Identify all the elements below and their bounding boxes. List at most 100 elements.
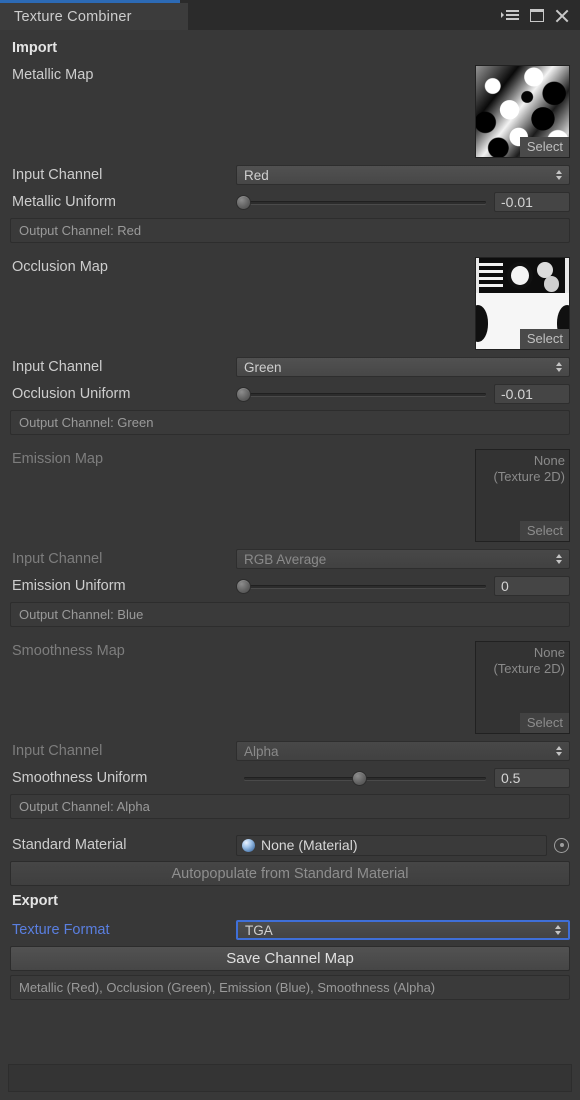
metallic-map-block: Metallic Map Select <box>8 65 572 160</box>
smoothness-uniform-slider[interactable] <box>236 769 488 787</box>
smoothness-uniform-row: Smoothness Uniform 0.5 <box>8 766 572 790</box>
slider-handle[interactable] <box>236 579 251 594</box>
occlusion-input-channel-value: Green <box>244 360 282 375</box>
standard-material-label: Standard Material <box>8 837 236 853</box>
emission-input-channel-value: RGB Average <box>244 552 326 567</box>
slider-handle[interactable] <box>236 195 251 210</box>
menu-icon[interactable] <box>501 10 519 20</box>
metallic-uniform-label: Metallic Uniform <box>8 194 236 210</box>
metallic-select-button[interactable]: Select <box>520 137 569 157</box>
maximize-icon[interactable] <box>530 9 544 22</box>
occlusion-uniform-control: -0.01 <box>236 383 572 405</box>
section-gap <box>8 435 572 449</box>
window-titlebar: Texture Combiner <box>0 0 580 30</box>
emission-uniform-field[interactable]: 0 <box>494 576 570 596</box>
smoothness-empty-text: None (Texture 2D) <box>476 642 569 677</box>
metallic-input-channel-label: Input Channel <box>8 167 236 183</box>
smoothness-uniform-label: Smoothness Uniform <box>8 770 236 786</box>
chevron-updown-icon <box>556 554 562 564</box>
standard-material-row: Standard Material None (Material) <box>8 833 572 857</box>
object-picker-icon[interactable] <box>554 838 569 853</box>
slider-handle[interactable] <box>236 387 251 402</box>
occlusion-input-channel-row: Input Channel Green <box>8 355 572 379</box>
section-gap <box>8 243 572 257</box>
chevron-updown-icon <box>556 746 562 756</box>
import-heading: Import <box>8 40 572 56</box>
export-summary-helpbox: Metallic (Red), Occlusion (Green), Emiss… <box>10 975 570 1000</box>
window-controls <box>501 0 580 30</box>
slider-track <box>244 393 486 396</box>
metallic-map-thumbnail[interactable]: Select <box>475 65 570 158</box>
texture-combiner-window: Texture Combiner Import Metallic Map Sel… <box>0 0 580 1100</box>
smoothness-input-channel-row: Input Channel Alpha <box>8 739 572 763</box>
tab-label: Texture Combiner <box>14 9 132 25</box>
smoothness-map-block: Smoothness Map None (Texture 2D) Select <box>8 641 572 736</box>
chevron-updown-icon <box>556 170 562 180</box>
metallic-input-channel-dropdown[interactable]: Red <box>236 165 570 185</box>
texture-format-value: TGA <box>245 923 273 938</box>
metallic-uniform-field[interactable]: -0.01 <box>494 192 570 212</box>
smoothness-input-channel-value: Alpha <box>244 744 279 759</box>
smoothness-output-helpbox: Output Channel: Alpha <box>10 794 570 819</box>
section-gap <box>8 627 572 641</box>
occlusion-map-thumbnail[interactable]: Select <box>475 257 570 350</box>
metallic-input-channel-value: Red <box>244 168 269 183</box>
window-body: Import Metallic Map Select Input Channel… <box>0 30 580 1100</box>
occlusion-uniform-field[interactable]: -0.01 <box>494 384 570 404</box>
emission-uniform-slider[interactable] <box>236 577 488 595</box>
emission-input-channel-dropdown[interactable]: RGB Average <box>236 549 570 569</box>
emission-empty-text: None (Texture 2D) <box>476 450 569 485</box>
standard-material-value: None (Material) <box>261 837 357 853</box>
menu-lines-icon <box>506 10 519 20</box>
slider-track <box>244 201 486 204</box>
metallic-uniform-control: -0.01 <box>236 191 572 213</box>
titlebar-spacer <box>188 0 501 30</box>
emission-uniform-control: 0 <box>236 575 572 597</box>
occlusion-output-helpbox: Output Channel: Green <box>10 410 570 435</box>
metallic-output-helpbox: Output Channel: Red <box>10 218 570 243</box>
slider-track <box>244 585 486 588</box>
occlusion-uniform-label: Occlusion Uniform <box>8 386 236 402</box>
metallic-uniform-row: Metallic Uniform -0.01 <box>8 190 572 214</box>
occlusion-uniform-slider[interactable] <box>236 385 488 403</box>
menu-triangle-icon <box>501 12 504 18</box>
close-icon[interactable] <box>555 8 569 22</box>
emission-uniform-row: Emission Uniform 0 <box>8 574 572 598</box>
smoothness-none-line1: None <box>476 645 565 661</box>
occlusion-select-button[interactable]: Select <box>520 329 569 349</box>
save-channel-map-button[interactable]: Save Channel Map <box>10 946 570 971</box>
texture-format-label: Texture Format <box>8 922 236 938</box>
smoothness-input-channel-dropdown[interactable]: Alpha <box>236 741 570 761</box>
smoothness-uniform-control: 0.5 <box>236 767 572 789</box>
emission-uniform-label: Emission Uniform <box>8 578 236 594</box>
texture-format-dropdown[interactable]: TGA <box>236 920 570 940</box>
smoothness-none-line2: (Texture 2D) <box>476 661 565 677</box>
material-sphere-icon <box>242 839 255 852</box>
section-gap <box>8 819 572 833</box>
export-heading: Export <box>8 893 572 909</box>
emission-input-channel-row: Input Channel RGB Average <box>8 547 572 571</box>
bottom-panel <box>8 1064 572 1092</box>
autopopulate-button[interactable]: Autopopulate from Standard Material <box>10 861 570 886</box>
tab-texture-combiner[interactable]: Texture Combiner <box>0 3 188 30</box>
smoothness-input-channel-label: Input Channel <box>8 743 236 759</box>
occlusion-input-channel-label: Input Channel <box>8 359 236 375</box>
tab-accent-bar <box>0 0 180 3</box>
smoothness-uniform-field[interactable]: 0.5 <box>494 768 570 788</box>
smoothness-map-thumbnail[interactable]: None (Texture 2D) Select <box>475 641 570 734</box>
emission-input-channel-label: Input Channel <box>8 551 236 567</box>
emission-none-line2: (Texture 2D) <box>476 469 565 485</box>
occlusion-map-block: Occlusion Map Select <box>8 257 572 352</box>
emission-none-line1: None <box>476 453 565 469</box>
occlusion-uniform-row: Occlusion Uniform -0.01 <box>8 382 572 406</box>
chevron-updown-icon <box>555 925 561 935</box>
metallic-input-channel-row: Input Channel Red <box>8 163 572 187</box>
occlusion-input-channel-dropdown[interactable]: Green <box>236 357 570 377</box>
emission-output-helpbox: Output Channel: Blue <box>10 602 570 627</box>
smoothness-select-button[interactable]: Select <box>520 713 569 733</box>
emission-map-thumbnail[interactable]: None (Texture 2D) Select <box>475 449 570 542</box>
slider-handle[interactable] <box>352 771 367 786</box>
emission-select-button[interactable]: Select <box>520 521 569 541</box>
metallic-uniform-slider[interactable] <box>236 193 488 211</box>
standard-material-field[interactable]: None (Material) <box>236 835 547 856</box>
